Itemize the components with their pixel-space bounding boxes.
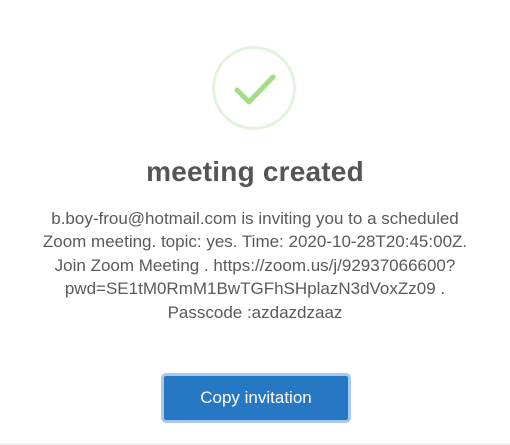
dialog-title: meeting created <box>146 156 364 187</box>
checkmark-icon <box>234 74 276 105</box>
meeting-created-dialog: meeting created b.boy-frou@hotmail.com i… <box>0 0 510 445</box>
success-check-icon <box>212 46 296 130</box>
invitation-message: b.boy-frou@hotmail.com is inviting you t… <box>42 209 468 322</box>
copy-invitation-button[interactable]: Copy invitation <box>161 373 351 423</box>
